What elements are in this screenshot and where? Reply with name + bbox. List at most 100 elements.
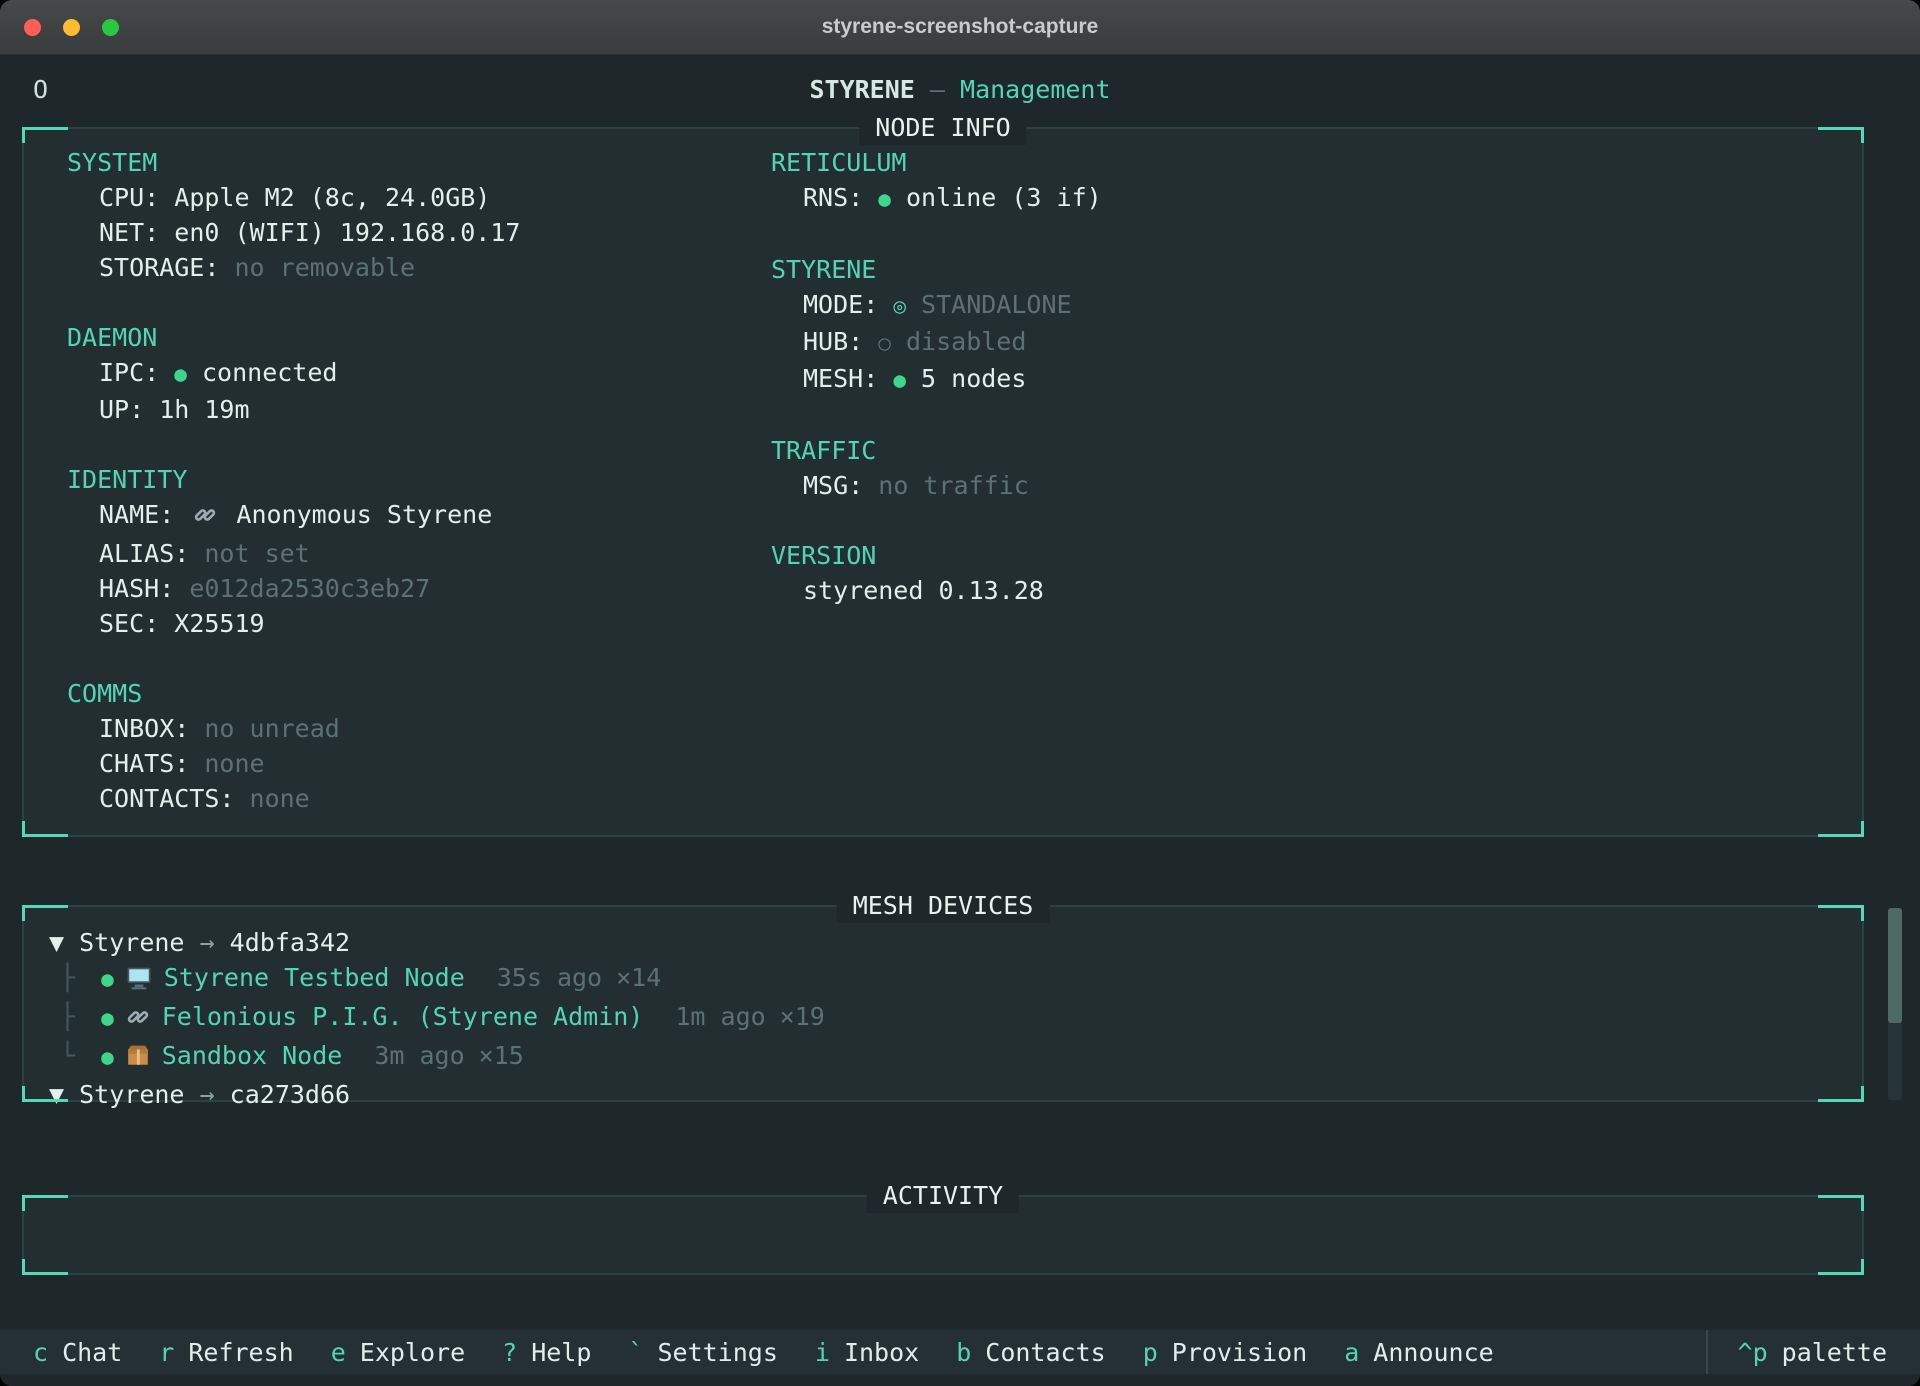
styrene-section: STYRENE MODE: ◎ STANDALONE HUB: ○ disabl… xyxy=(771,252,1862,398)
window-titlebar: styrene-screenshot-capture xyxy=(0,0,1920,55)
device-last-seen: 1m ago xyxy=(643,1002,765,1031)
traffic-lights xyxy=(24,0,119,54)
section-heading: COMMS xyxy=(67,676,771,711)
node-info-panel: NODE INFO SYSTEM CPU: Apple M2 (8c, 24.0… xyxy=(22,127,1864,837)
version-row: styrened 0.13.28 xyxy=(771,573,1862,608)
mesh-device-row[interactable]: ├●Styrene Testbed Node35s ago×14 xyxy=(49,960,1862,999)
shortcut-help[interactable]: ? Help xyxy=(502,1338,591,1367)
row-label: MESH: xyxy=(803,364,878,393)
group-hash: 4dbfa342 xyxy=(230,928,350,957)
shortcut-refresh[interactable]: r Refresh xyxy=(159,1338,293,1367)
device-name: Felonious P.I.G. (Styrene Admin) xyxy=(162,1002,644,1031)
shortcut-label: Refresh xyxy=(188,1338,293,1367)
shortcut-key: ` xyxy=(628,1338,643,1367)
row-label: MSG: xyxy=(803,471,863,500)
group-hash: ca273d66 xyxy=(230,1080,350,1109)
shortcut-provision[interactable]: p Provision xyxy=(1143,1338,1308,1367)
shortcut-key: r xyxy=(159,1338,174,1367)
mesh-group-header[interactable]: ▼ Styrene → 4dbfa342 xyxy=(49,925,1862,960)
node-info-title: NODE INFO xyxy=(859,111,1026,145)
row-label: CPU: xyxy=(99,183,159,212)
close-button[interactable] xyxy=(24,19,41,36)
version-section: VERSION styrened 0.13.28 xyxy=(771,538,1862,608)
mesh-devices-body: ▼ Styrene → 4dbfa342 ├●Styrene Testbed N… xyxy=(24,907,1862,1112)
row-label: INBOX: xyxy=(99,714,189,743)
row-label: RNS: xyxy=(803,183,863,212)
row-value: en0 (WIFI) 192.168.0.17 xyxy=(174,218,520,247)
monitor-icon xyxy=(126,964,152,999)
section-heading: RETICULUM xyxy=(771,145,1862,180)
package-icon xyxy=(126,1042,150,1077)
link-icon xyxy=(193,501,217,536)
corner-accent xyxy=(1818,1195,1864,1211)
row-value: STANDALONE xyxy=(921,290,1072,319)
scrollbar-thumb[interactable] xyxy=(1888,908,1902,1023)
row-label: IPC: xyxy=(99,358,159,387)
reticulum-section: RETICULUM RNS: ● online (3 if) xyxy=(771,145,1862,217)
shortcut-key: ? xyxy=(502,1338,517,1367)
row-value: 1h 19m xyxy=(159,395,249,424)
shortcut-label: Provision xyxy=(1172,1338,1307,1367)
collapse-arrow-icon[interactable]: ▼ xyxy=(49,1080,64,1109)
shortcut-key: e xyxy=(331,1338,346,1367)
row-label: HUB: xyxy=(803,327,863,356)
row-label: MODE: xyxy=(803,290,878,319)
scrollbar-track[interactable] xyxy=(1888,908,1902,1100)
row-value: not set xyxy=(204,539,309,568)
mesh-group-header[interactable]: ▼ Styrene → ca273d66 xyxy=(49,1077,1862,1112)
online-dot-icon: ● xyxy=(101,1006,114,1030)
row-value: none xyxy=(204,749,264,778)
traffic-section: TRAFFIC MSG: no traffic xyxy=(771,433,1862,503)
shortcut-explore[interactable]: eExplore xyxy=(331,1338,465,1367)
node-info-left-column: SYSTEM CPU: Apple M2 (8c, 24.0GB) NET: e… xyxy=(67,145,771,851)
shortcut-announce[interactable]: aAnnounce xyxy=(1344,1338,1493,1367)
row-value: none xyxy=(250,784,310,813)
shortcut-label: Inbox xyxy=(844,1338,919,1367)
row-value: X25519 xyxy=(174,609,264,638)
device-name: Styrene Testbed Node xyxy=(164,963,465,992)
contacts-row: CONTACTS: none xyxy=(67,781,771,816)
minimize-button[interactable] xyxy=(63,19,80,36)
net-row: NET: en0 (WIFI) 192.168.0.17 xyxy=(67,215,771,250)
name-row: NAME: Anonymous Styrene xyxy=(67,497,771,536)
mode-row: MODE: ◎ STANDALONE xyxy=(771,287,1862,324)
row-label: NAME: xyxy=(99,500,174,529)
link-icon xyxy=(126,1003,150,1038)
daemon-section: DAEMON IPC: ● connected UP: 1h 19m xyxy=(67,320,771,427)
row-value: no removable xyxy=(234,253,415,282)
shortcut-label: Help xyxy=(531,1338,591,1367)
shortcut-settings[interactable]: `Settings xyxy=(628,1338,777,1367)
identity-section: IDENTITY NAME: xyxy=(67,462,771,641)
terminal: O STYRENE — Management NODE INFO SYSTEM … xyxy=(0,56,1920,1386)
mesh-device-row[interactable]: └●Sandbox Node3m ago×15 xyxy=(49,1038,1862,1077)
arrow-right-icon: → xyxy=(200,1080,215,1109)
mesh-device-row[interactable]: ├ ● Felonious P.I.G. (Styrene Admin)1m ago… xyxy=(49,999,1862,1038)
row-value: 5 nodes xyxy=(921,364,1026,393)
section-heading: TRAFFIC xyxy=(771,433,1862,468)
group-name: Styrene xyxy=(79,928,184,957)
row-label: UP: xyxy=(99,395,144,424)
arrow-right-icon: → xyxy=(200,928,215,957)
zoom-button[interactable] xyxy=(102,19,119,36)
mode-indicator-icon: ◎ xyxy=(893,294,906,318)
row-value: Anonymous Styrene xyxy=(236,500,492,529)
section-heading: IDENTITY xyxy=(67,462,771,497)
tree-branch-icon: ├ xyxy=(60,1002,75,1031)
chats-row: CHATS: none xyxy=(67,746,771,781)
shortcut-inbox[interactable]: iInbox xyxy=(815,1338,919,1367)
collapse-arrow-icon[interactable]: ▼ xyxy=(49,928,64,957)
row-label: CONTACTS: xyxy=(99,784,234,813)
row-value: no unread xyxy=(204,714,339,743)
alias-row: ALIAS: not set xyxy=(67,536,771,571)
row-value: Apple M2 (8c, 24.0GB) xyxy=(174,183,490,212)
activity-title: ACTIVITY xyxy=(867,1179,1019,1213)
row-value: online (3 if) xyxy=(906,183,1102,212)
online-dot-icon: ● xyxy=(101,1045,114,1069)
rns-row: RNS: ● online (3 if) xyxy=(771,180,1862,217)
device-last-seen: 35s ago xyxy=(465,963,602,992)
row-value: styrened 0.13.28 xyxy=(803,576,1044,605)
shortcut-contacts[interactable]: bContacts xyxy=(956,1338,1105,1367)
shortcut-palette[interactable]: ^ppalette xyxy=(1706,1330,1920,1374)
shortcut-key: p xyxy=(1143,1338,1158,1367)
shortcut-chat[interactable]: cChat xyxy=(33,1338,122,1367)
